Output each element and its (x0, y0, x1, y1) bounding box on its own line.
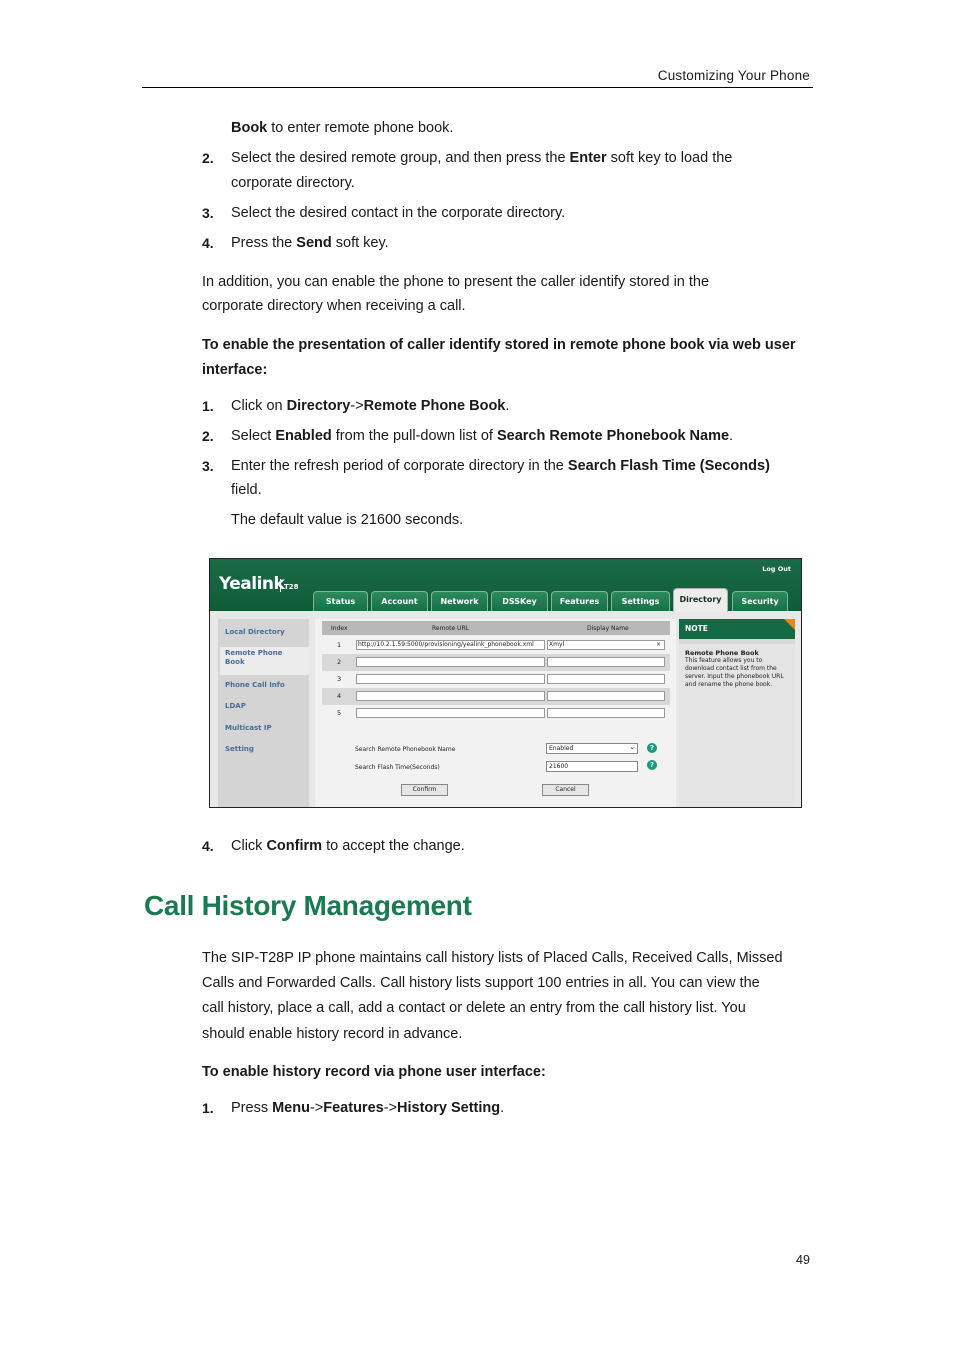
procedure-heading: To enable history record via phone user … (202, 1064, 546, 1080)
table-row: 2 (322, 654, 670, 671)
step-number: 2. (202, 150, 214, 166)
table-row: 5 (322, 705, 670, 722)
step-number: 1. (202, 398, 214, 414)
intro-line2: corporate directory when receiving a cal… (202, 298, 466, 314)
step-text: Select Enabled from the pull-down list o… (231, 428, 734, 444)
table-row: 4 (322, 688, 670, 705)
remote-url-input[interactable] (356, 691, 545, 701)
intro-line1: In addition, you can enable the phone to… (202, 274, 710, 290)
col-index: Index (331, 625, 348, 632)
step-note: The default value is 21600 seconds. (231, 512, 464, 528)
cancel-button[interactable]: Cancel (542, 784, 589, 796)
model-label: T28 (280, 579, 299, 592)
tab-features[interactable]: Features (551, 591, 608, 611)
paragraph-line: should enable history record in advance. (202, 1026, 463, 1042)
step-number: 3. (202, 458, 214, 474)
tab-security[interactable]: Security (732, 591, 788, 611)
table-header: Index Remote URL Display Name (322, 621, 670, 635)
procedure-heading: To enable the presentation of caller ide… (202, 337, 796, 353)
tab-status[interactable]: Status (313, 591, 368, 611)
note-title: Remote Phone Book (685, 649, 759, 657)
section-title: Call History Management (144, 890, 472, 921)
note-panel: NOTE Remote Phone Book This feature allo… (679, 619, 795, 807)
paragraph-line: Calls and Forwarded Calls. Call history … (202, 975, 760, 991)
step-number: 3. (202, 205, 214, 221)
display-name-input[interactable] (547, 674, 665, 684)
display-name-input[interactable] (547, 691, 665, 701)
table-row: 1 http://10.2.1.59:5000/provisioning/yea… (322, 637, 670, 654)
chevron-down-icon: ⌄ (629, 743, 635, 751)
remote-url-input[interactable] (356, 708, 545, 718)
step-number: 1. (202, 1100, 214, 1116)
step-text: Select the desired contact in the corpor… (231, 205, 566, 221)
step-text: Press Menu->Features->History Setting. (231, 1100, 505, 1116)
flash-time-input[interactable]: 21600 (546, 761, 638, 772)
display-name-input[interactable] (547, 708, 665, 718)
step-number: 4. (202, 235, 214, 251)
display-name-input[interactable]: Xmyl × (547, 640, 665, 650)
help-icon[interactable]: ? (647, 760, 657, 770)
sidebar-item-phone-call-info[interactable]: Phone Call Info (225, 681, 285, 690)
tab-settings[interactable]: Settings (611, 591, 670, 611)
table-row: 3 (322, 671, 670, 688)
note-corner-icon (784, 619, 795, 630)
yealink-logo: Yealink (219, 574, 285, 594)
help-icon[interactable]: ? (647, 743, 657, 753)
remote-url-input[interactable] (356, 674, 545, 684)
header-rule (142, 87, 813, 88)
note-body: Remote Phone Book This feature allows yo… (679, 644, 795, 807)
step-text: Click Confirm to accept the change. (231, 838, 465, 854)
ui-main-panel: Index Remote URL Display Name 1 http://1… (315, 619, 676, 807)
col-remote-url: Remote URL (432, 625, 469, 632)
note-text: This feature allows you to download cont… (685, 657, 784, 688)
tab-directory[interactable]: Directory (673, 588, 728, 612)
logout-link[interactable]: Log Out (762, 565, 791, 573)
col-display-name: Display Name (587, 625, 629, 632)
step-number: 2. (202, 428, 214, 444)
step-continuation: Book to enter remote phone book. (231, 120, 454, 136)
paragraph-line: call history, place a call, add a contac… (202, 1000, 746, 1016)
remote-url-input[interactable] (356, 657, 545, 667)
sidebar-item-multicast-ip[interactable]: Multicast IP (225, 724, 272, 733)
sidebar-item-ldap[interactable]: LDAP (225, 702, 246, 711)
web-ui-screenshot: Yealink T28 Log Out Status Account Netwo… (209, 558, 802, 808)
step-text-line2: field. (231, 482, 262, 498)
note-header: NOTE (679, 619, 795, 639)
clear-icon[interactable]: × (656, 641, 661, 649)
running-header: Customizing Your Phone (657, 68, 810, 83)
tab-dsskey[interactable]: DSSKey (491, 591, 548, 611)
step-text-line2: corporate directory. (231, 175, 355, 191)
search-name-select[interactable]: Enabled ⌄ (546, 743, 638, 754)
search-name-label: Search Remote Phonebook Name (355, 746, 456, 753)
display-name-input[interactable] (547, 657, 665, 667)
sidebar-item-local-directory[interactable]: Local Directory (225, 628, 285, 637)
flash-time-label: Search Flash Time(Seconds) (355, 764, 440, 771)
procedure-heading-line2: interface: (202, 362, 268, 378)
step-text: Click on Directory->Remote Phone Book. (231, 398, 510, 414)
tab-network[interactable]: Network (431, 591, 488, 611)
sidebar-item-setting[interactable]: Setting (225, 745, 254, 754)
tab-account[interactable]: Account (371, 591, 428, 611)
step-number: 4. (202, 838, 214, 854)
step-text: Select the desired remote group, and the… (231, 150, 733, 166)
step-text: Press the Send soft key. (231, 235, 389, 251)
page-number: 49 (796, 1253, 810, 1267)
step-text: Enter the refresh period of corporate di… (231, 458, 770, 474)
remote-url-input[interactable]: http://10.2.1.59:5000/provisioning/yeali… (356, 640, 545, 650)
paragraph-line: The SIP-T28P IP phone maintains call his… (202, 950, 783, 966)
confirm-button[interactable]: Confirm (401, 784, 448, 796)
sidebar-item-remote-phone-book[interactable]: Remote Phone Book (225, 649, 295, 667)
